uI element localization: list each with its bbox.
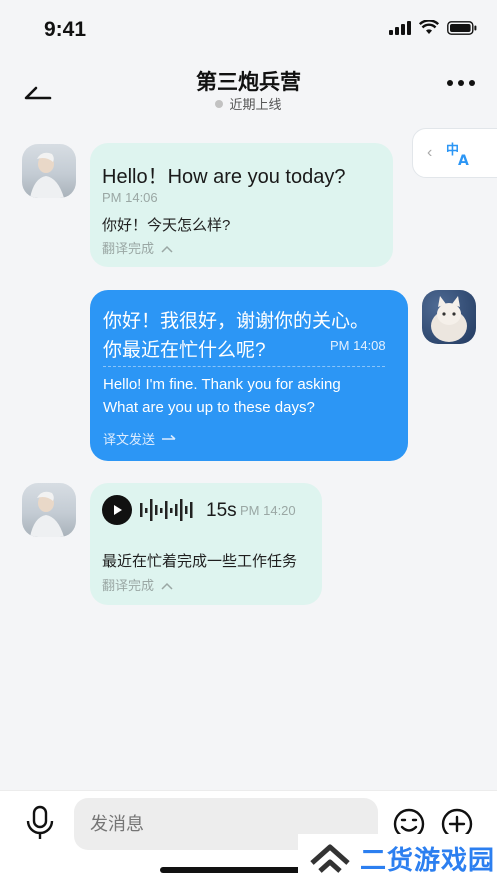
waveform-icon [140, 499, 193, 521]
translation-line1: Hello! I'm fine. Thank you for asking [103, 376, 341, 393]
arrow-right-icon [162, 434, 176, 440]
my-avatar[interactable] [422, 290, 476, 344]
presence-dot [215, 100, 224, 108]
more-button[interactable] [447, 80, 475, 86]
more-dot [447, 80, 453, 86]
message-bubble-incoming[interactable]: Hello！How are you today? PM 14:06 你好！今天怎… [90, 143, 393, 267]
translation-status[interactable]: 译文发送 [103, 429, 177, 448]
presence-status: 近期上线 [0, 94, 497, 113]
avatar-person-image [30, 491, 64, 537]
translate-icon: 中 A [446, 142, 469, 166]
translation-text: 最近在忙着完成一些工作任务 [102, 553, 298, 570]
watermark-text: 二货游戏园 [360, 845, 496, 875]
voice-duration: 15s [206, 500, 237, 521]
contact-avatar[interactable] [22, 483, 76, 537]
message-time: PM 14:20 [240, 503, 296, 518]
translation-divider [103, 366, 385, 367]
battery-icon [447, 20, 477, 35]
message-time: PM 14:08 [330, 338, 386, 353]
watermark-logo-icon [310, 844, 350, 873]
more-dot [469, 80, 475, 86]
message-time: PM 14:06 [102, 190, 158, 205]
translation-status-label: 译文发送 [103, 432, 156, 447]
signal-icon [389, 20, 411, 35]
microphone-icon [26, 805, 54, 839]
play-icon [114, 505, 122, 515]
status-icons [389, 20, 477, 35]
chevron-up-icon [161, 582, 173, 590]
avatar-person-image [30, 152, 64, 198]
more-dot [458, 80, 464, 86]
voice-message-bubble[interactable]: 15s PM 14:20 最近在忙着完成一些工作任务 翻译完成 [90, 483, 322, 605]
translation-status[interactable]: 翻译完成 [102, 238, 173, 257]
chat-title: 第三炮兵营 [196, 71, 301, 94]
svg-text:A: A [458, 153, 469, 166]
translate-toggle-tab[interactable]: ‹ 中 A [412, 128, 497, 178]
chevron-up-icon [161, 245, 173, 253]
translation-status-label: 翻译完成 [102, 241, 155, 256]
play-button[interactable] [102, 495, 132, 525]
translation-text: 你好！今天怎么样? [102, 217, 231, 234]
avatar-cat-image [431, 296, 467, 342]
message-bubble-outgoing[interactable]: 你好！我很好，谢谢你的关心。 你最近在忙什么呢? PM 14:08 Hello!… [90, 290, 408, 461]
status-bar: 9:41 [0, 0, 497, 58]
translation-status-label: 翻译完成 [102, 578, 155, 593]
contact-avatar[interactable] [22, 144, 76, 198]
translation-status[interactable]: 翻译完成 [102, 575, 173, 594]
presence-label: 近期上线 [229, 97, 282, 112]
chevron-left-icon: ‹ [427, 144, 433, 161]
voice-input-button[interactable] [24, 805, 56, 841]
message-text-line1: 你好！我很好，谢谢你的关心。 [103, 311, 370, 332]
wifi-icon [419, 20, 439, 34]
watermark: 二货游戏园 [298, 834, 497, 883]
translation-line2: What are you up to these days? [103, 399, 315, 416]
status-time: 9:41 [44, 18, 87, 41]
chat-screen: 9:41 第三炮兵营 近期上线 ‹ 中 A Hello！How are you … [0, 0, 497, 883]
message-text-line2: 你最近在忙什么呢? [103, 340, 266, 361]
message-text: Hello！How are you today? [102, 166, 346, 188]
chat-header: 第三炮兵营 近期上线 [0, 58, 497, 120]
